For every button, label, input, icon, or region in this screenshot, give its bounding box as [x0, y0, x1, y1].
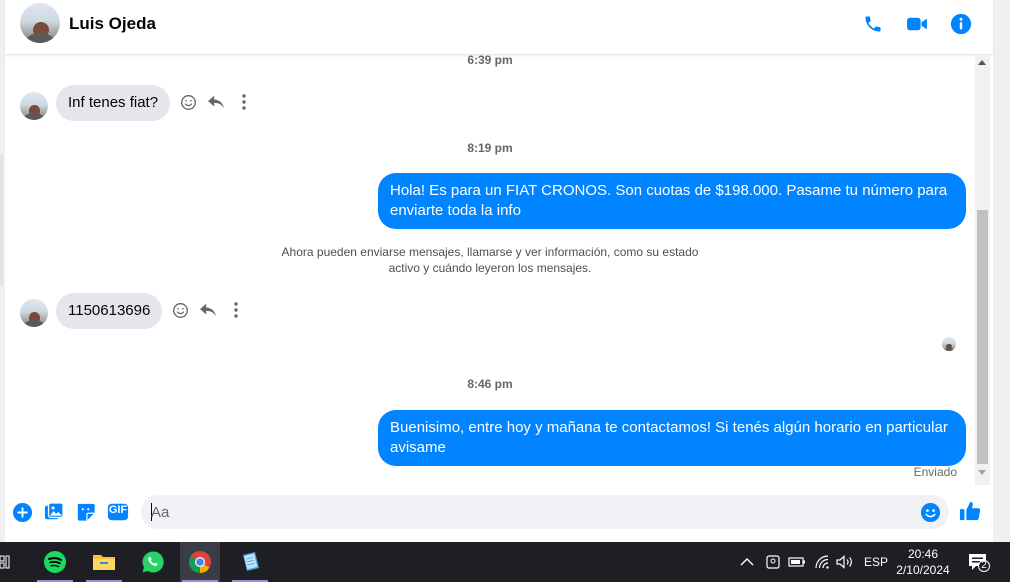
wifi-icon[interactable] [815, 542, 831, 582]
plus-icon[interactable] [11, 501, 33, 523]
sent-status: Enviado [913, 465, 957, 479]
incoming-message[interactable]: Inf tenes fiat? [56, 85, 171, 121]
incoming-message[interactable]: 1150613696 [56, 293, 163, 329]
language-indicator[interactable]: ESP [864, 542, 888, 582]
scrollbar[interactable] [975, 55, 990, 485]
whatsapp-icon[interactable] [133, 542, 173, 582]
scroll-up-arrow[interactable] [978, 60, 986, 65]
message-input-wrap[interactable] [141, 495, 949, 529]
outgoing-message[interactable]: Hola! Es para un FIAT CRONOS. Son cuotas… [378, 173, 966, 229]
left-edge-mark [0, 155, 3, 285]
scroll-down-arrow[interactable] [978, 470, 986, 475]
phone-icon[interactable] [860, 11, 886, 37]
system-clock[interactable]: 20:46 2/10/2024 [888, 546, 958, 578]
emoji-icon[interactable] [919, 501, 941, 523]
react-icon[interactable] [170, 300, 190, 320]
message-input[interactable] [151, 501, 911, 523]
timestamp: 8:46 pm [467, 377, 513, 391]
timestamp: 6:39 pm [467, 55, 513, 67]
chrome-icon[interactable] [180, 542, 220, 582]
gif-label: GIF [108, 504, 128, 516]
contact-name[interactable]: Luis Ojeda [69, 14, 156, 34]
spotify-icon[interactable] [35, 542, 75, 582]
task-view-icon[interactable] [0, 555, 10, 569]
video-call-icon[interactable] [904, 11, 930, 37]
battery-icon[interactable] [788, 542, 806, 582]
chat-header: Luis Ojeda [5, 0, 993, 55]
notification-badge: 2 [978, 560, 990, 572]
sender-avatar[interactable] [20, 299, 48, 327]
notepad-icon[interactable] [230, 542, 270, 582]
outgoing-message[interactable]: Buenisimo, entre hoy y mañana te contact… [378, 410, 966, 466]
system-notice-line: activo y cuándo leyeron los mensajes. [388, 261, 592, 275]
contact-avatar[interactable] [20, 3, 60, 43]
more-options-icon[interactable] [226, 300, 246, 320]
react-icon[interactable] [178, 92, 198, 112]
seen-indicator-avatar [942, 337, 956, 351]
right-edge [993, 0, 1010, 542]
photo-icon[interactable] [43, 501, 65, 523]
reply-icon[interactable] [206, 92, 226, 112]
more-options-icon[interactable] [234, 92, 254, 112]
file-explorer-icon[interactable] [84, 542, 124, 582]
info-icon[interactable] [948, 11, 974, 37]
scroll-thumb[interactable] [977, 210, 988, 464]
sticker-icon[interactable] [75, 501, 97, 523]
meet-now-icon[interactable] [766, 542, 780, 582]
sender-avatar[interactable] [20, 92, 48, 120]
show-hidden-icons[interactable] [740, 542, 754, 582]
volume-icon[interactable] [836, 542, 854, 582]
composer-bar: GIF [5, 485, 993, 542]
notifications-icon[interactable]: 2 [968, 542, 990, 582]
clock-time: 20:46 [907, 547, 939, 561]
clock-date: 2/10/2024 [896, 563, 950, 577]
system-notice-line: Ahora pueden enviarse mensajes, llamarse… [281, 245, 699, 259]
like-icon[interactable] [959, 500, 981, 522]
reply-icon[interactable] [198, 300, 218, 320]
system-notice: Ahora pueden enviarse mensajes, llamarse… [240, 244, 740, 276]
messenger-window: Luis Ojeda 6:39 pm Inf tenes fiat? 8:19 … [0, 0, 1010, 542]
windows-taskbar: ESP 20:46 2/10/2024 2 [0, 542, 1010, 582]
message-list[interactable]: 6:39 pm Inf tenes fiat? 8:19 pm Hola! Es… [5, 55, 975, 485]
gif-icon[interactable]: GIF [106, 501, 130, 523]
timestamp: 8:19 pm [467, 141, 513, 155]
